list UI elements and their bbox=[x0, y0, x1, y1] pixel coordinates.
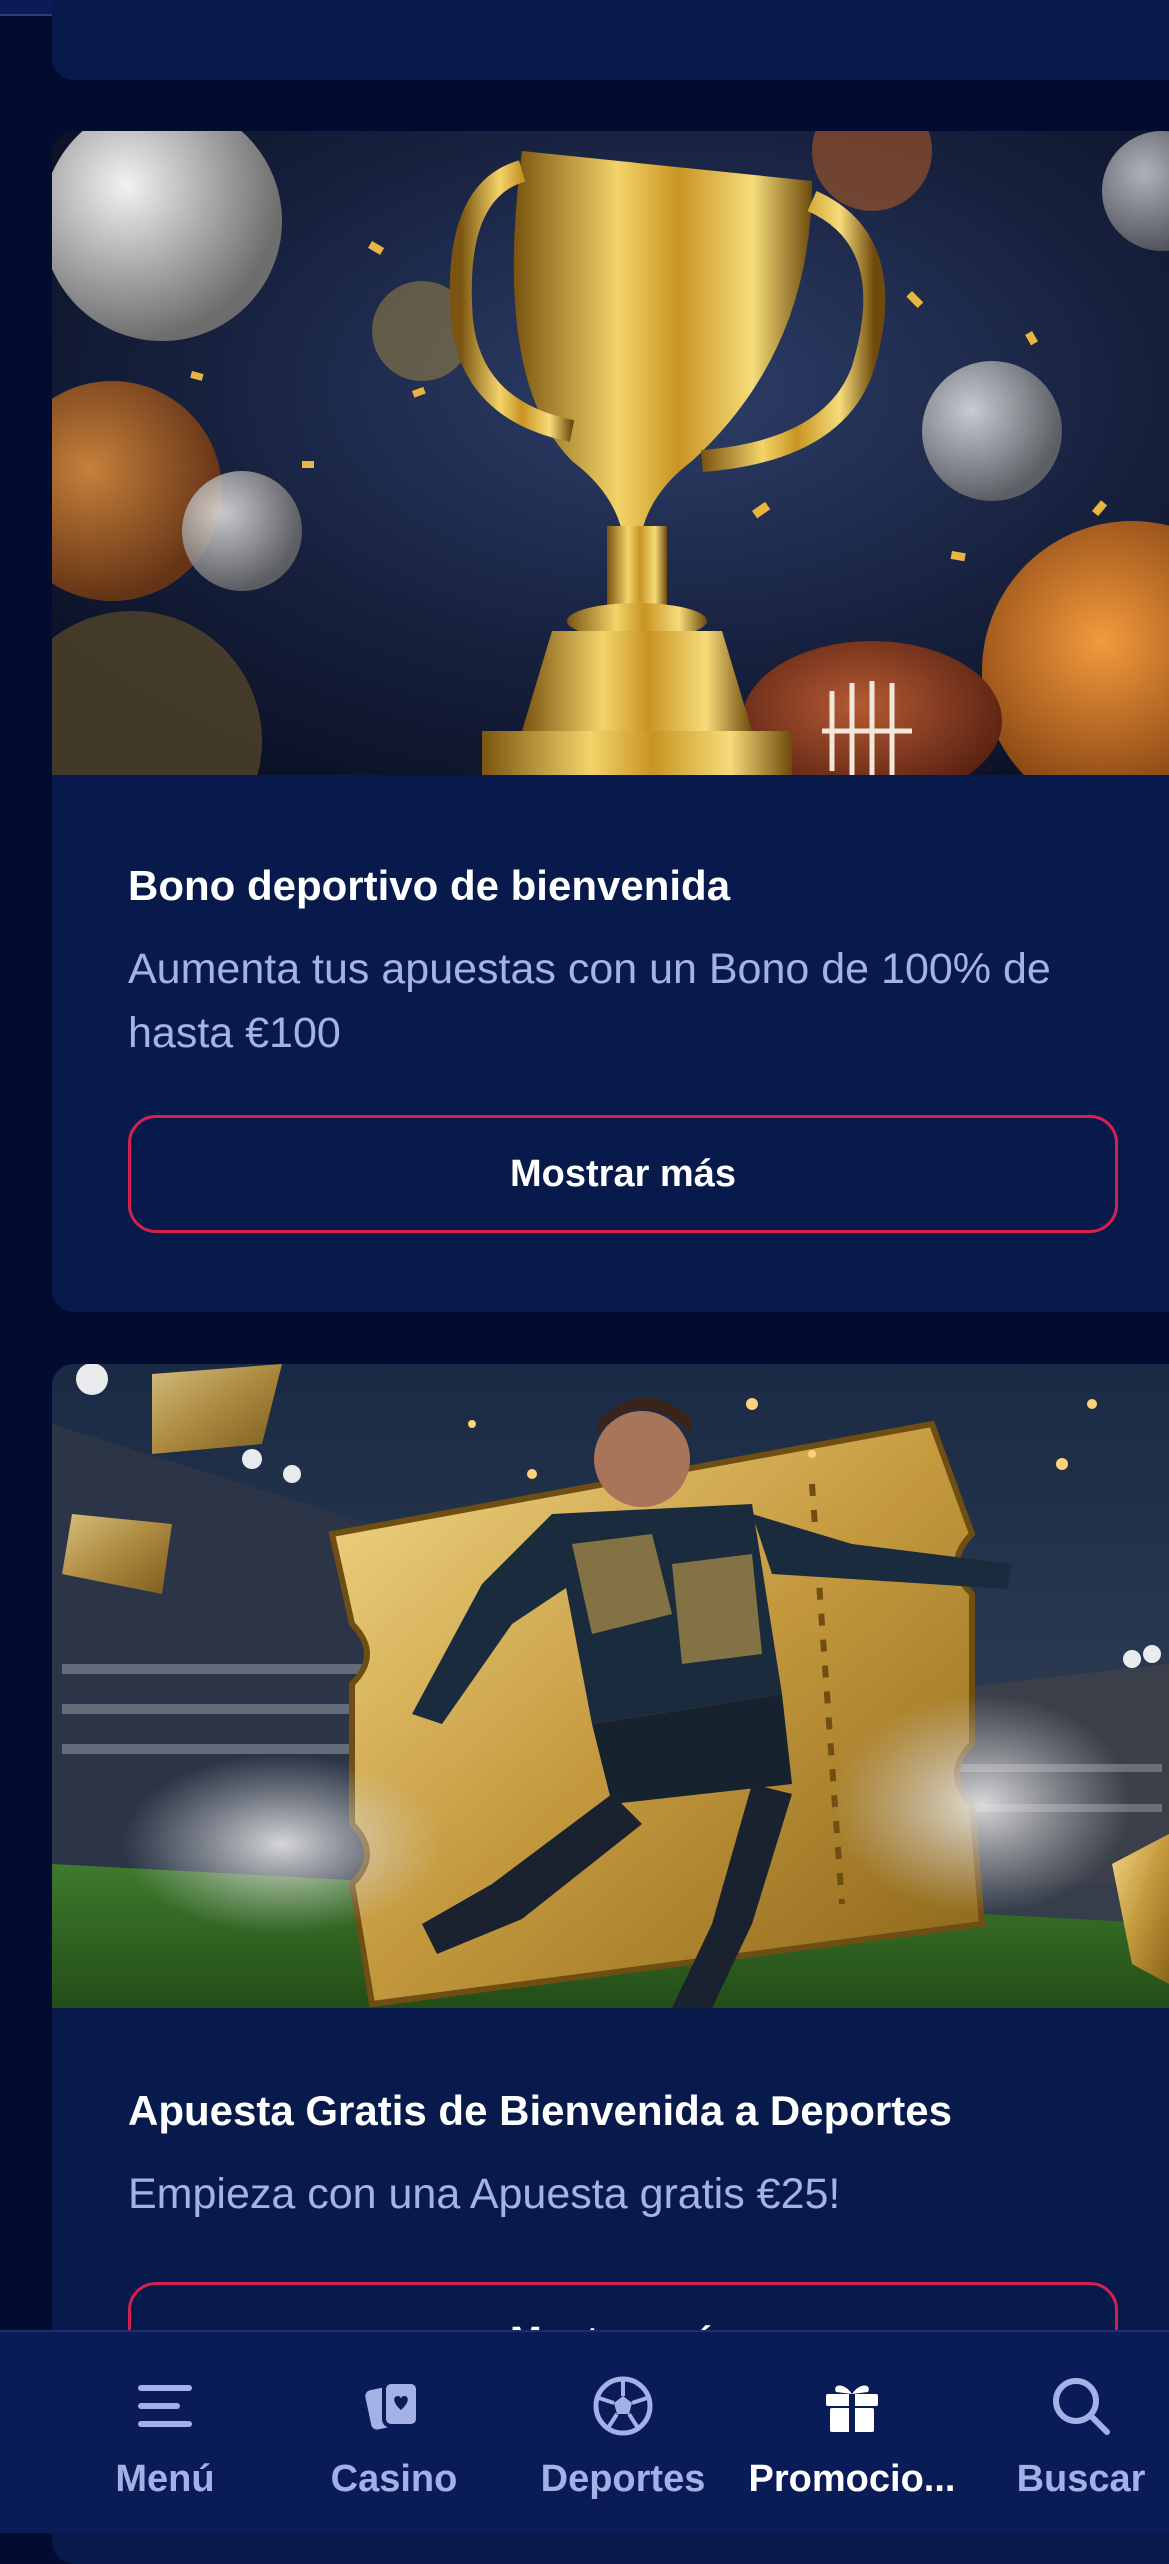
promo-description: Empieza con una Apuesta gratis €25! bbox=[128, 2170, 841, 2218]
nav-item-casino[interactable]: Casino bbox=[279, 2332, 509, 2533]
gift-icon bbox=[826, 2385, 878, 2432]
nav-label: Casino bbox=[330, 2458, 458, 2500]
promo-image-footballer bbox=[52, 1364, 1169, 2008]
nav-label: Buscar bbox=[1016, 2458, 1146, 2500]
nav-item-promotions[interactable]: Promocio... bbox=[737, 2332, 967, 2533]
promo-title: Bono deportivo de bienvenida bbox=[128, 862, 731, 909]
promo-image-trophy bbox=[52, 131, 1169, 775]
menu-icon bbox=[138, 2385, 192, 2427]
soccer-ball-icon bbox=[593, 2376, 653, 2436]
nav-label: Promocio... bbox=[748, 2458, 956, 2500]
nav-label: Deportes bbox=[540, 2458, 706, 2500]
show-more-button[interactable]: Mostrar más bbox=[128, 1115, 1118, 1233]
nav-item-menu[interactable]: Menú bbox=[50, 2332, 280, 2533]
promo-title: Apuesta Gratis de Bienvenida a Deportes bbox=[128, 2087, 952, 2134]
promo-description: Aumenta tus apuestas con un Bono de 100%… bbox=[128, 945, 1051, 1057]
nav-label: Menú bbox=[115, 2458, 215, 2500]
search-icon bbox=[1053, 2378, 1110, 2435]
nav-item-sports[interactable]: Deportes bbox=[508, 2332, 738, 2533]
bottom-navigation: Menú Casino Deportes Promocio... Buscar bbox=[0, 2330, 1169, 2533]
promo-card: Bono deportivo de bienvenida Aumenta tus… bbox=[52, 131, 1169, 1312]
previous-promo-card bbox=[52, 0, 1169, 80]
casino-cards-icon bbox=[365, 2380, 420, 2430]
nav-item-search[interactable]: Buscar bbox=[966, 2332, 1169, 2533]
